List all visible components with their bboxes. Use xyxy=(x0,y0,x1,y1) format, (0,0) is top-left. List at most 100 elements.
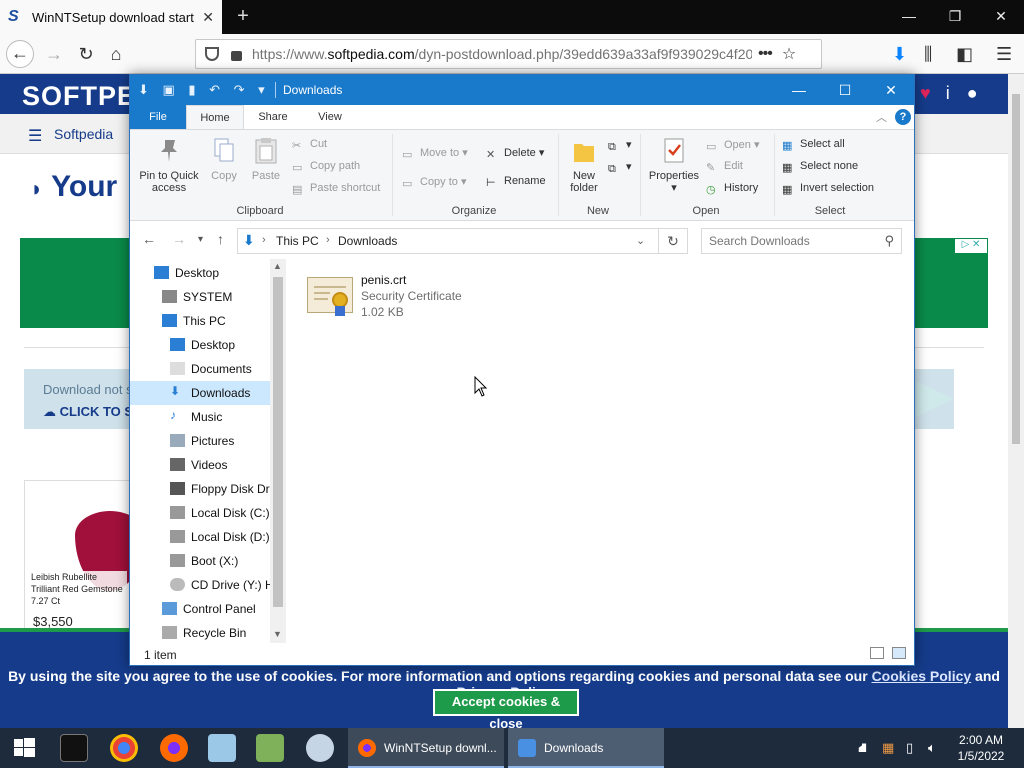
url-bar[interactable]: https://www.softpedia.com/dyn-postdownlo… xyxy=(195,39,822,69)
sidebar-item-this-pc[interactable]: This PC xyxy=(130,309,270,333)
search-box[interactable]: ⚲ xyxy=(701,228,902,254)
usb-icon[interactable]: ▯ xyxy=(906,740,913,756)
select-all-button[interactable]: ▦ Select all xyxy=(782,138,845,152)
new-tab-button[interactable]: + xyxy=(232,5,254,27)
breadcrumb-this-pc[interactable]: This PC xyxy=(276,234,319,248)
sidebar-item-desktop[interactable]: Desktop xyxy=(130,261,270,285)
chrome-icon[interactable] xyxy=(110,734,138,762)
cookies-policy-link[interactable]: Cookies Policy xyxy=(872,668,972,684)
menu-icon[interactable]: ☰ xyxy=(996,44,1012,65)
explorer-title-bar[interactable]: ⬇ ▣ ▮ ↶ ↷ ▾ Downloads — ☐ ✕ xyxy=(130,75,914,105)
invert-selection-button[interactable]: ▦ Invert selection xyxy=(782,182,874,196)
sidebar-item-documents[interactable]: Documents xyxy=(130,357,270,381)
firefox-icon[interactable] xyxy=(160,734,188,762)
lock-icon[interactable] xyxy=(231,51,242,61)
start-button[interactable] xyxy=(0,728,48,768)
sidebar-item-desktop[interactable]: Desktop xyxy=(130,333,270,357)
tab-file[interactable]: File xyxy=(130,105,186,129)
file-list[interactable]: penis.crt Security Certificate 1.02 KB xyxy=(287,259,914,643)
page-actions-icon[interactable]: ••• xyxy=(758,45,773,63)
task-manager-icon[interactable] xyxy=(256,734,284,762)
library-icon[interactable]: ⫼ xyxy=(924,44,932,65)
back-button[interactable]: ← xyxy=(6,40,34,68)
volume-muted-icon[interactable]: 🔈︎ xyxy=(928,740,936,756)
color-icon[interactable]: ▦ xyxy=(882,740,894,756)
move-to-button[interactable]: ▭ Move to ▾ xyxy=(402,146,468,161)
copy-button[interactable]: Copy xyxy=(206,136,242,182)
chevron-right-icon[interactable]: › xyxy=(326,234,330,246)
sidebar-item-boot-x[interactable]: Boot (X:) xyxy=(130,549,270,573)
bookmark-star-icon[interactable]: ☆ xyxy=(782,44,796,64)
navigation-scrollbar-thumb[interactable] xyxy=(273,277,283,607)
explorer-minimize-button[interactable]: — xyxy=(776,75,822,105)
search-input[interactable] xyxy=(709,234,869,248)
browser-tab-active[interactable]: S WinNTSetup download starting ✕ xyxy=(0,0,222,34)
downloads-icon[interactable]: ⬇ xyxy=(892,44,907,65)
recent-locations-icon[interactable]: ▾ xyxy=(198,234,203,245)
copy-path-button[interactable]: ▭ Copy path xyxy=(292,160,360,174)
navigation-scrollbar[interactable]: ▲ ▼ xyxy=(270,259,286,643)
help-icon[interactable]: ? xyxy=(895,109,911,125)
hamburger-icon[interactable]: ☰ xyxy=(28,126,42,146)
refresh-button[interactable]: ↻ xyxy=(658,228,688,254)
browser-minimize-button[interactable]: — xyxy=(886,0,932,34)
breadcrumb-softpedia[interactable]: Softpedia xyxy=(54,126,113,142)
click-to-start-link[interactable]: ☁ CLICK TO ST xyxy=(43,404,141,420)
shield-icon[interactable] xyxy=(205,47,219,61)
home-button[interactable]: ⌂ xyxy=(102,40,130,68)
open-button[interactable]: ▭ Open ▾ xyxy=(706,138,760,153)
forward-arrow-icon[interactable]: → xyxy=(172,231,186,247)
notepad-icon[interactable] xyxy=(208,734,236,762)
chevron-right-icon[interactable]: › xyxy=(262,234,266,246)
sidebar-item-downloads[interactable]: ⬇ Downloads xyxy=(130,381,270,405)
scroll-up-icon[interactable]: ▲ xyxy=(273,261,282,271)
copy-to-button[interactable]: ▭ Copy to ▾ xyxy=(402,175,467,190)
sidebar-item-control-panel[interactable]: Control Panel xyxy=(130,597,270,621)
back-arrow-icon[interactable]: ← xyxy=(142,231,156,247)
paste-shortcut-button[interactable]: ▤ Paste shortcut xyxy=(292,182,380,196)
command-prompt-icon[interactable] xyxy=(60,734,88,762)
sidebar-item-music[interactable]: ♪ Music xyxy=(130,405,270,429)
page-scrollbar-thumb[interactable] xyxy=(1012,94,1020,444)
chevron-down-icon[interactable]: ⌄ xyxy=(636,234,645,247)
forward-button[interactable]: → xyxy=(40,40,68,68)
collapse-ribbon-icon[interactable]: ︿ xyxy=(876,109,887,125)
properties-button[interactable]: Properties ▾ xyxy=(646,136,702,194)
sidebar-item-local-disk-c[interactable]: Local Disk (C:) xyxy=(130,501,270,525)
new-item-button[interactable]: ⧉ ▾ xyxy=(608,138,632,153)
tab-share[interactable]: Share xyxy=(248,105,298,129)
rename-button[interactable]: ⊢ Rename xyxy=(486,175,546,189)
quick-access-toolbar[interactable]: ⬇ ▣ ▮ ↶ ↷ ▾ xyxy=(138,82,270,98)
close-tab-icon[interactable]: ✕ xyxy=(202,9,214,26)
sidebar-item-floppy-disk-dri[interactable]: Floppy Disk Dri xyxy=(130,477,270,501)
details-view-icon[interactable] xyxy=(870,647,884,659)
accept-cookies-button[interactable]: Accept cookies & close xyxy=(433,689,579,731)
url-text[interactable]: https://www.softpedia.com/dyn-postdownlo… xyxy=(252,46,752,62)
edit-button[interactable]: ✎ Edit xyxy=(706,160,743,174)
browser-restore-button[interactable]: ❐ xyxy=(932,0,978,34)
explorer-close-button[interactable]: ✕ xyxy=(868,75,914,105)
search-icon[interactable]: ⚲ xyxy=(884,233,894,249)
heart-icon[interactable]: ♥ xyxy=(920,83,931,103)
user-icon[interactable]: ● xyxy=(967,83,978,103)
delete-button[interactable]: ✕ Delete ▾ xyxy=(486,146,544,161)
paste-button[interactable]: Paste xyxy=(246,136,286,182)
scroll-down-icon[interactable]: ▼ xyxy=(273,629,282,639)
sidebar-item-videos[interactable]: Videos xyxy=(130,453,270,477)
adchoices-icon[interactable]: ▷ ✕ xyxy=(955,239,987,253)
network-icon[interactable]: ⛘ xyxy=(858,740,867,758)
reload-button[interactable]: ↻ xyxy=(72,40,100,68)
paint-icon[interactable] xyxy=(306,734,334,762)
address-bar[interactable]: ⬇ › This PC › Downloads ⌄ xyxy=(237,228,688,254)
sidebar-item-cd-drive-y-h[interactable]: CD Drive (Y:) H xyxy=(130,573,270,597)
gemstone-ad[interactable]: Leibish Rubellite Trilliant Red Gemstone… xyxy=(24,480,145,630)
sidebar-item-pictures[interactable]: Pictures xyxy=(130,429,270,453)
history-button[interactable]: ◷ History xyxy=(706,182,758,196)
clock[interactable]: 2:00 AM 1/5/2022 xyxy=(948,732,1014,764)
taskbar-task-downloads[interactable]: Downloads xyxy=(508,728,664,768)
pin-to-quick-access-button[interactable]: Pin to Quick access xyxy=(136,136,202,194)
file-item[interactable]: penis.crt Security Certificate 1.02 KB xyxy=(307,271,487,321)
page-scrollbar[interactable] xyxy=(1008,74,1024,728)
sidebar-item-local-disk-d[interactable]: Local Disk (D:) xyxy=(130,525,270,549)
sidebar-item-system[interactable]: SYSTEM xyxy=(130,285,270,309)
